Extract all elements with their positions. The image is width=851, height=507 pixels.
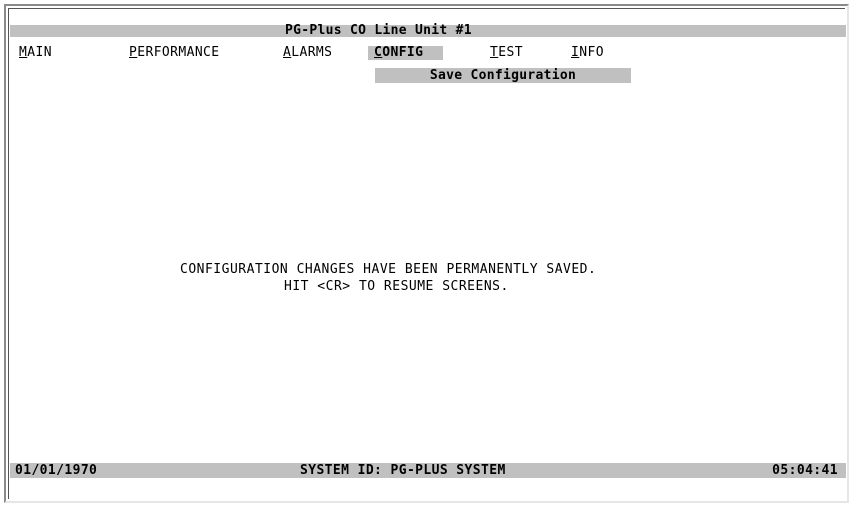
status-system-id: SYSTEM ID: PG-PLUS SYSTEM xyxy=(300,463,506,478)
menu-label: EST xyxy=(498,45,523,60)
message-line-2: HIT <CR> TO RESUME SCREENS. xyxy=(284,279,509,294)
menu-item-test[interactable]: TEST xyxy=(490,46,523,60)
menu-label: LARMS xyxy=(291,45,333,60)
menu-item-info[interactable]: INFO xyxy=(571,46,604,60)
menu-hotkey: P xyxy=(129,45,138,60)
menu-hotkey: I xyxy=(571,45,580,60)
menu-item-config[interactable]: CONFIG xyxy=(368,45,444,60)
status-date: 01/01/1970 xyxy=(15,463,98,478)
menu-label: ERFORMANCE xyxy=(137,45,220,60)
menu-hotkey: T xyxy=(490,45,499,60)
menu-hotkey: A xyxy=(283,45,292,60)
menu-label: AIN xyxy=(27,45,52,60)
message-line-1: CONFIGURATION CHANGES HAVE BEEN PERMANEN… xyxy=(180,262,597,277)
status-bar: 01/01/1970 SYSTEM ID: PG-PLUS SYSTEM 05:… xyxy=(10,463,846,478)
submenu-save-configuration[interactable]: Save Configuration xyxy=(375,68,631,83)
menu-label: ONFIG xyxy=(382,45,424,60)
menu-item-alarms[interactable]: ALARMS xyxy=(283,46,332,60)
menu-hotkey: C xyxy=(374,45,383,60)
status-time: 05:04:41 xyxy=(772,463,838,478)
menu-label: NFO xyxy=(579,45,604,60)
menu-item-performance[interactable]: PERFORMANCE xyxy=(129,46,220,60)
page-title: PG-Plus CO Line Unit #1 xyxy=(285,23,472,38)
menu-hotkey: M xyxy=(19,45,28,60)
menu-item-main[interactable]: MAIN xyxy=(19,46,52,60)
